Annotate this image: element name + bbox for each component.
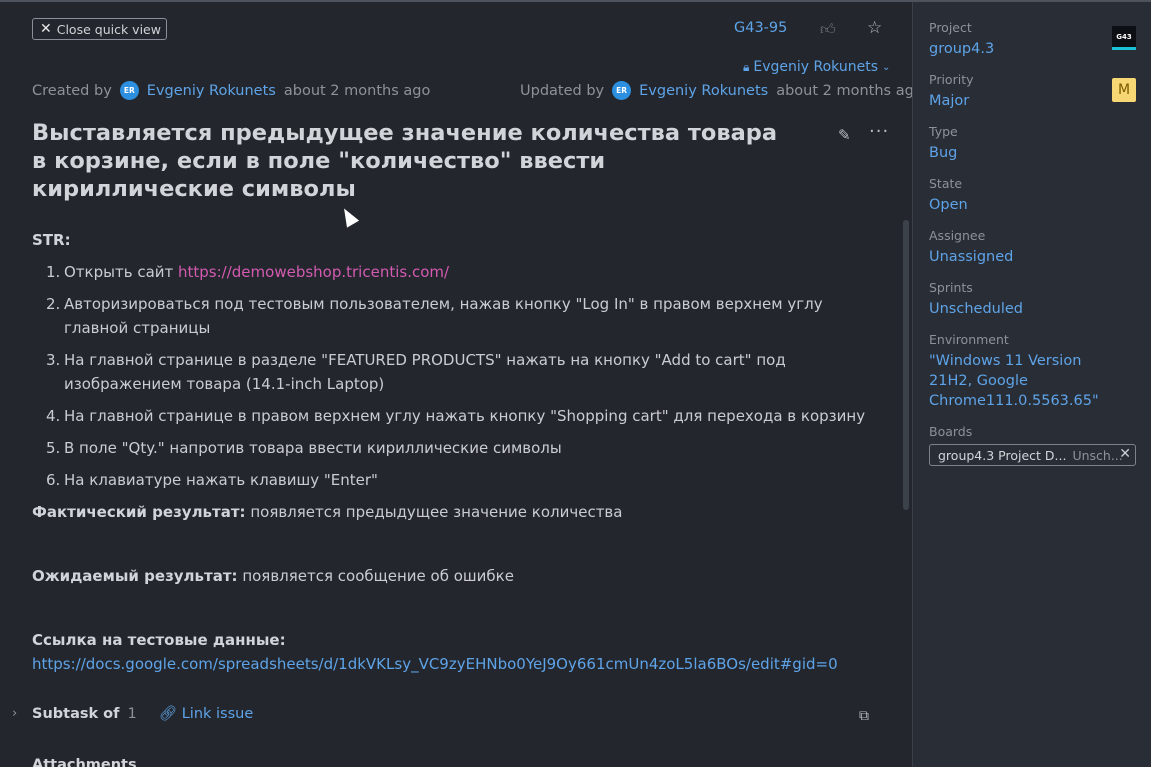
edit-icon[interactable]: ✎ bbox=[838, 126, 851, 144]
board-name: group4.3 Project D... bbox=[938, 447, 1067, 463]
list-item: 2. Авторизироваться под тестовым пользов… bbox=[32, 292, 882, 340]
field-boards: Boards bbox=[929, 424, 972, 439]
field-environment[interactable]: Environment "Windows 11 Version 21H2, Go… bbox=[929, 332, 1124, 411]
step-text: На клавиатуре нажать клавишу "Enter" bbox=[64, 471, 378, 489]
created-by-user[interactable]: Evgeniy Rokunets bbox=[147, 83, 276, 99]
step-text: На главной странице в правом верхнем угл… bbox=[64, 407, 866, 425]
environment-value[interactable]: "Windows 11 Version 21H2, Google Chrome1… bbox=[929, 351, 1124, 411]
updated-by-user[interactable]: Evgeniy Rokunets bbox=[639, 83, 768, 99]
link-icon: 🔗︎ bbox=[158, 706, 178, 722]
subtask-row: › Subtask of 1 🔗︎ Link issue bbox=[12, 705, 254, 723]
field-label: Boards bbox=[929, 424, 973, 439]
open-in-new-icon[interactable]: ⧉ bbox=[859, 708, 869, 724]
chevron-right-icon[interactable]: › bbox=[12, 706, 24, 721]
created-time: about 2 months ago bbox=[283, 82, 431, 99]
state-value[interactable]: Open bbox=[929, 195, 968, 215]
expected-result-text: появляется сообщение об ошибке bbox=[237, 567, 514, 585]
step-number: 1. bbox=[46, 263, 61, 281]
step-text: Авторизироваться под тестовым пользовате… bbox=[64, 295, 823, 337]
field-label: Sprints bbox=[929, 280, 973, 295]
created-by-row: Created by ER Evgeniy Rokunets about 2 m… bbox=[32, 81, 430, 100]
field-project[interactable]: Project group4.3 bbox=[929, 20, 994, 59]
field-type[interactable]: Type Bug bbox=[929, 124, 958, 163]
field-label: Project bbox=[929, 20, 972, 35]
avatar[interactable]: ER bbox=[612, 81, 632, 100]
scrollbar[interactable] bbox=[903, 220, 909, 510]
avatar[interactable]: ER bbox=[119, 81, 139, 100]
list-item: 3. На главной странице в разделе "FEATUR… bbox=[32, 348, 882, 396]
updated-by-label: Updated by bbox=[520, 82, 605, 99]
priority-badge-icon: M bbox=[1112, 78, 1136, 102]
project-badge-icon: G43 bbox=[1112, 26, 1136, 50]
issue-fields-sidebar: Project group4.3 G43 Priority Major M Ty… bbox=[912, 2, 1151, 767]
list-item: 5. В поле "Qty." напротив товара ввести … bbox=[32, 436, 882, 460]
close-icon: ✕ bbox=[40, 21, 52, 37]
steps-list: 1. Открыть сайт https://demowebshop.tric… bbox=[32, 260, 882, 492]
test-data-link[interactable]: https://docs.google.com/spreadsheets/d/1… bbox=[32, 655, 838, 673]
issue-description: STR: 1. Открыть сайт https://demowebshop… bbox=[32, 228, 882, 676]
test-data-label: Ссылка на тестовые данные: bbox=[32, 631, 286, 649]
priority-value[interactable]: Major bbox=[929, 91, 974, 111]
visibility-user: Evgeniy Rokunets bbox=[753, 59, 879, 75]
demo-site-link[interactable]: https://demowebshop.tricentis.com/ bbox=[178, 263, 449, 281]
field-assignee[interactable]: Assignee Unassigned bbox=[929, 228, 1013, 267]
step-text: Открыть сайт bbox=[64, 263, 179, 281]
subtask-label[interactable]: Subtask of bbox=[32, 706, 119, 722]
field-sprints[interactable]: Sprints Unscheduled bbox=[929, 280, 1023, 319]
field-priority[interactable]: Priority Major bbox=[929, 72, 974, 111]
updated-time: about 2 months ago bbox=[776, 82, 912, 99]
issue-quick-view: ✕ Close quick view G43-95 👍︎ ☆ 🔒︎ Evgeni… bbox=[0, 2, 912, 767]
list-item: 1. Открыть сайт https://demowebshop.tric… bbox=[32, 260, 882, 284]
sprints-value[interactable]: Unscheduled bbox=[929, 299, 1023, 319]
list-item: 6. На клавиатуре нажать клавишу "Enter" bbox=[32, 468, 882, 492]
subtask-count: 1 bbox=[127, 705, 137, 722]
close-quick-view-button[interactable]: ✕ Close quick view bbox=[32, 18, 167, 40]
field-label: Environment bbox=[929, 332, 1009, 347]
thumbs-up-icon[interactable]: 👍︎ bbox=[820, 20, 836, 39]
step-number: 4. bbox=[46, 407, 61, 425]
actual-result-label: Фактический результат: bbox=[32, 503, 246, 521]
type-value[interactable]: Bug bbox=[929, 143, 958, 163]
assignee-value[interactable]: Unassigned bbox=[929, 247, 1013, 267]
lock-icon: 🔒︎ bbox=[743, 59, 750, 74]
step-number: 2. bbox=[46, 295, 61, 313]
field-state[interactable]: State Open bbox=[929, 176, 968, 215]
updated-by-row: Updated by ER Evgeniy Rokunets about 2 m… bbox=[520, 81, 912, 100]
str-label: STR: bbox=[32, 231, 71, 249]
remove-board-icon[interactable]: ✕ bbox=[1119, 446, 1131, 462]
list-item: 4. На главной странице в правом верхнем … bbox=[32, 404, 882, 428]
link-issue-label: Link issue bbox=[181, 706, 254, 722]
step-text: В поле "Qty." напротив товара ввести кир… bbox=[64, 439, 562, 457]
attachments-label[interactable]: Attachments bbox=[32, 757, 137, 767]
close-quick-view-label: Close quick view bbox=[56, 21, 161, 37]
board-chip[interactable]: group4.3 Project D... Unsch... ✕ bbox=[929, 444, 1136, 466]
field-label: Priority bbox=[929, 72, 974, 87]
field-label: State bbox=[929, 176, 963, 191]
star-icon[interactable]: ☆ bbox=[867, 18, 882, 38]
expected-result-label: Ожидаемый результат: bbox=[32, 567, 238, 585]
step-number: 6. bbox=[46, 471, 61, 489]
actual-result-text: появляется предыдущее значение количеств… bbox=[245, 503, 623, 521]
field-label: Type bbox=[929, 124, 958, 139]
visibility-selector[interactable]: 🔒︎ Evgeniy Rokunets ⌄ bbox=[743, 59, 890, 75]
issue-title: Выставляется предыдущее значение количес… bbox=[32, 120, 778, 202]
field-label: Assignee bbox=[929, 228, 986, 243]
issue-id-link[interactable]: G43-95 bbox=[734, 20, 787, 36]
chevron-down-icon: ⌄ bbox=[882, 61, 891, 73]
step-text: На главной странице в разделе "FEATURED … bbox=[64, 351, 786, 393]
link-issue-button[interactable]: 🔗︎ Link issue bbox=[159, 705, 254, 722]
more-options-icon[interactable]: ··· bbox=[869, 121, 889, 142]
project-value[interactable]: group4.3 bbox=[929, 39, 994, 59]
mouse-cursor bbox=[338, 205, 360, 228]
step-number: 3. bbox=[46, 351, 61, 369]
created-by-label: Created by bbox=[32, 82, 112, 99]
board-sprint: Unsch... bbox=[1072, 447, 1123, 463]
step-number: 5. bbox=[46, 439, 61, 457]
